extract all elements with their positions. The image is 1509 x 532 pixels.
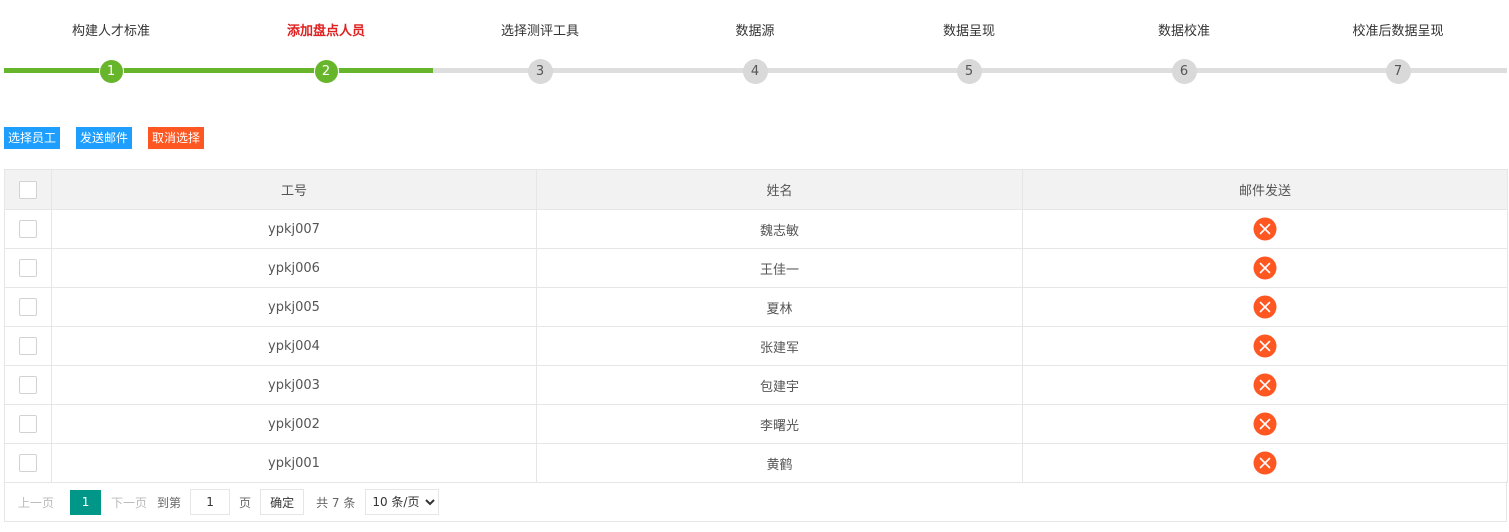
goto-confirm-button[interactable]: 确定 [260,489,305,515]
employee-id-cell: ypkj003 [51,365,537,405]
goto-label: 到第 [157,495,182,510]
employee-id-cell: ypkj006 [51,248,537,288]
step-label-1[interactable]: 构建人才标准 [11,20,211,39]
mail-status-cell [1022,287,1508,327]
step-dot-3[interactable]: 3 [527,59,553,84]
page-unit-label: 页 [239,495,252,510]
error-circle-icon [1253,334,1277,358]
step-label-6[interactable]: 数据校准 [1084,20,1284,39]
table-row[interactable]: ypkj003 包建宇 [4,365,1508,405]
table-row[interactable]: ypkj007 魏志敏 [4,209,1508,249]
row-check-cell [4,326,52,366]
mail-status-cell [1022,404,1508,444]
pagination: 上一页 1 下一页 到第 页 确定 共 7 条 10 条/页 [18,489,440,515]
mail-status-cell [1022,365,1508,405]
step-dot-4[interactable]: 4 [742,59,768,84]
row-check-cell [4,443,52,483]
row-check-cell [4,404,52,444]
current-page-button[interactable]: 1 [70,489,102,515]
mail-status-cell [1022,248,1508,288]
table-row[interactable]: ypkj002 李曙光 [4,404,1508,444]
name-cell: 黄鹤 [536,443,1023,483]
row-checkbox[interactable] [19,415,37,433]
row-check-cell [4,248,52,288]
employee-id-cell: ypkj005 [51,287,537,327]
error-circle-icon [1253,451,1277,475]
employee-id-cell: ypkj004 [51,326,537,366]
row-checkbox[interactable] [19,298,37,316]
error-circle-icon [1253,295,1277,319]
step-dot-6[interactable]: 6 [1171,59,1197,84]
table-row[interactable]: ypkj001 黄鹤 [4,443,1508,483]
progress-stepper: 构建人才标准 添加盘点人员 选择测评工具 数据源 数据呈现 数据校准 校准后数据… [0,0,1509,100]
step-label-7[interactable]: 校准后数据呈现 [1298,20,1498,39]
send-mail-button[interactable]: 发送邮件 [76,127,133,149]
table-row[interactable]: ypkj004 张建军 [4,326,1508,366]
name-cell: 包建宇 [536,365,1023,405]
header-mail-status[interactable]: 邮件发送 [1022,169,1508,210]
select-employee-button[interactable]: 选择员工 [4,127,61,149]
table-row[interactable]: ypkj005 夏林 [4,287,1508,327]
row-check-cell [4,209,52,249]
select-all-cell [4,169,52,210]
error-circle-icon [1253,373,1277,397]
step-label-4[interactable]: 数据源 [655,20,855,39]
step-dot-2[interactable]: 2 [313,59,339,84]
step-dot-5[interactable]: 5 [956,59,982,84]
row-checkbox[interactable] [19,259,37,277]
name-cell: 张建军 [536,326,1023,366]
row-checkbox[interactable] [19,337,37,355]
step-label-5[interactable]: 数据呈现 [869,20,1069,39]
row-check-cell [4,287,52,327]
total-count: 共 7 条 [316,495,356,510]
mail-status-cell [1022,326,1508,366]
header-employee-id[interactable]: 工号 [51,169,537,210]
name-cell: 李曙光 [536,404,1023,444]
cancel-selection-button[interactable]: 取消选择 [148,127,205,149]
row-check-cell [4,365,52,405]
error-circle-icon [1253,217,1277,241]
row-checkbox[interactable] [19,454,37,472]
select-all-checkbox[interactable] [19,180,37,199]
step-label-2[interactable]: 添加盘点人员 [226,20,426,39]
name-cell: 夏林 [536,287,1023,327]
employee-id-cell: ypkj002 [51,404,537,444]
mail-status-cell [1022,443,1508,483]
pagination-bar: 上一页 1 下一页 到第 页 确定 共 7 条 10 条/页 [4,481,1507,522]
name-cell: 王佳一 [536,248,1023,288]
step-dot-7[interactable]: 7 [1385,59,1411,84]
prev-page-link[interactable]: 上一页 [18,494,54,511]
page-size-select[interactable]: 10 条/页 [365,489,440,515]
error-circle-icon [1253,256,1277,280]
mail-status-cell [1022,209,1508,249]
table-header-row: 工号 姓名 邮件发送 [4,169,1508,210]
header-name[interactable]: 姓名 [536,169,1023,210]
step-label-3[interactable]: 选择测评工具 [440,20,640,39]
error-circle-icon [1253,412,1277,436]
goto-page-input[interactable] [190,489,231,515]
step-dot-1[interactable]: 1 [98,59,124,84]
row-checkbox[interactable] [19,220,37,238]
employee-table: 工号 姓名 邮件发送 ypkj007 魏志敏 ypkj006 王佳一 ypkj0… [4,169,1508,483]
table-row[interactable]: ypkj006 王佳一 [4,248,1508,288]
employee-id-cell: ypkj001 [51,443,537,483]
name-cell: 魏志敏 [536,209,1023,249]
employee-id-cell: ypkj007 [51,209,537,249]
next-page-link[interactable]: 下一页 [111,494,147,511]
stepper-track-fill [4,68,433,73]
row-checkbox[interactable] [19,376,37,394]
